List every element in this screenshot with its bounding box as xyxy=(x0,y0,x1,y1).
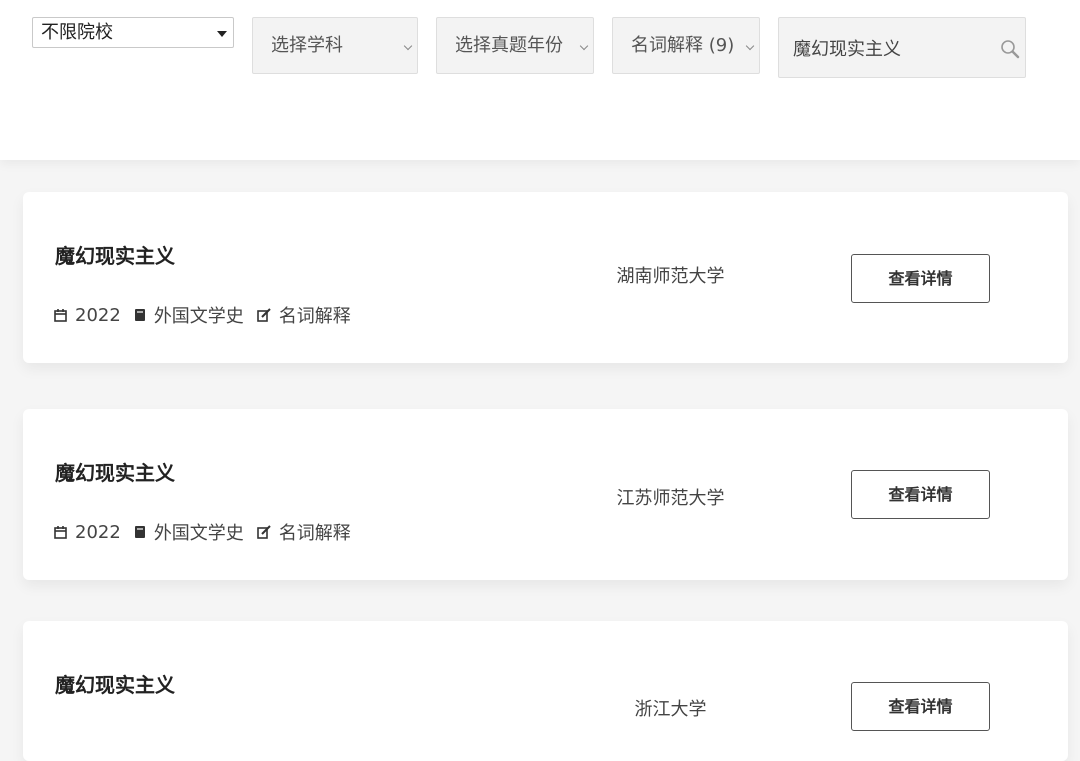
chevron-down-icon xyxy=(579,41,589,51)
result-title: 魔幻现实主义 xyxy=(55,461,175,485)
year-dropdown[interactable]: 选择真题年份 xyxy=(436,17,594,74)
search-input[interactable] xyxy=(793,32,993,64)
result-title: 魔幻现实主义 xyxy=(55,673,175,697)
view-details-button[interactable]: 查看详情 xyxy=(851,254,990,303)
result-card: 魔幻现实主义 2022 外国文学史 名词解释 江苏师范大学 查看详情 xyxy=(23,409,1068,580)
result-school: 湖南师范大学 xyxy=(616,266,725,287)
result-school: 江苏师范大学 xyxy=(616,488,725,509)
meta-year: 2022 xyxy=(54,522,121,543)
chevron-down-icon xyxy=(745,41,755,51)
chevron-down-icon xyxy=(403,41,413,51)
meta-year-text: 2022 xyxy=(75,304,121,326)
edit-icon xyxy=(257,525,271,539)
view-details-button[interactable]: 查看详情 xyxy=(851,470,990,519)
calendar-icon xyxy=(54,526,67,539)
type-dropdown[interactable]: 名词解释 (9) xyxy=(612,17,760,74)
result-meta: 2022 外国文学史 名词解释 xyxy=(54,519,364,545)
meta-type-text: 名词解释 xyxy=(278,306,351,327)
filter-bar: 不限院校 选择学科 选择真题年份 名词解释 (9) xyxy=(0,0,1080,160)
caret-down-icon xyxy=(217,31,227,37)
school-select[interactable]: 不限院校 xyxy=(32,17,234,48)
school-select-value: 不限院校 xyxy=(41,22,113,43)
search-box xyxy=(778,17,1026,78)
year-dropdown-label: 选择真题年份 xyxy=(455,35,563,56)
result-card: 魔幻现实主义 浙江大学 查看详情 xyxy=(23,621,1068,761)
meta-subject-text: 外国文学史 xyxy=(153,523,244,544)
meta-type-text: 名词解释 xyxy=(278,523,351,544)
edit-icon xyxy=(257,308,271,322)
result-title: 魔幻现实主义 xyxy=(55,244,175,268)
meta-subject: 外国文学史 xyxy=(134,519,244,545)
meta-subject: 外国文学史 xyxy=(134,302,244,328)
result-school: 浙江大学 xyxy=(634,699,707,720)
meta-year: 2022 xyxy=(54,305,121,326)
book-icon xyxy=(134,526,145,538)
result-meta: 2022 外国文学史 名词解释 xyxy=(54,302,364,328)
meta-year-text: 2022 xyxy=(75,521,121,543)
meta-subject-text: 外国文学史 xyxy=(153,306,244,327)
search-icon[interactable] xyxy=(999,38,1021,60)
meta-type: 名词解释 xyxy=(257,302,351,328)
subject-dropdown-label: 选择学科 xyxy=(271,35,343,56)
view-details-button[interactable]: 查看详情 xyxy=(851,682,990,731)
type-dropdown-label: 名词解释 (9) xyxy=(631,35,735,56)
result-card: 魔幻现实主义 2022 外国文学史 名词解释 湖南师范大学 查看详情 xyxy=(23,192,1068,363)
subject-dropdown[interactable]: 选择学科 xyxy=(252,17,418,74)
meta-type: 名词解释 xyxy=(257,519,351,545)
book-icon xyxy=(134,309,145,321)
calendar-icon xyxy=(54,309,67,322)
